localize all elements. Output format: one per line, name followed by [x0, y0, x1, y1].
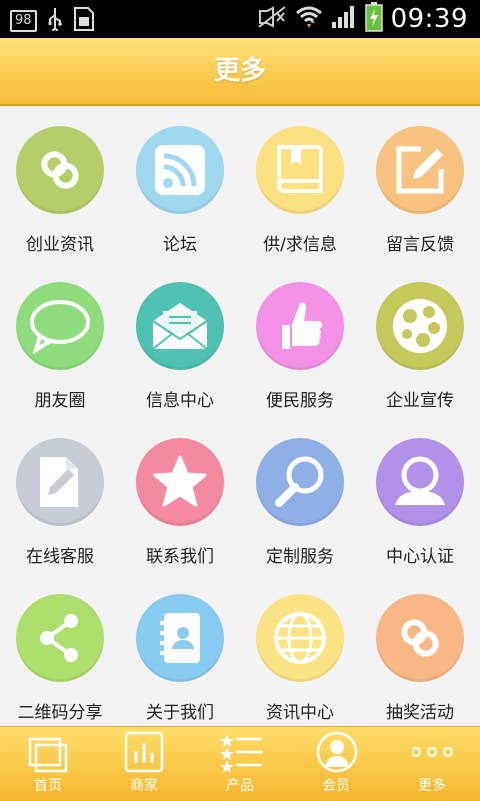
notification-badge: 98	[10, 10, 37, 32]
status-bar: 98 09:39	[0, 0, 480, 38]
grid-item-qrcode-share[interactable]: 二维码分享	[0, 574, 120, 730]
grid-item-center-certification[interactable]: 中心认证	[360, 418, 480, 574]
grid-item-label: 便民服务	[266, 391, 334, 411]
link-icon	[16, 126, 104, 214]
grid-item-label: 关于我们	[146, 703, 214, 723]
grid-item-label: 资讯中心	[266, 703, 334, 723]
grid-item-lottery[interactable]: 抽奖活动	[360, 574, 480, 730]
bottom-nav: 首页 商家 产品 会员 更多	[0, 726, 480, 801]
grid-item-label: 中心认证	[386, 547, 454, 567]
star-list-icon	[220, 731, 262, 773]
grid-item-online-service[interactable]: 在线客服	[0, 418, 120, 574]
grid-item-startup-news[interactable]: 创业资讯	[0, 106, 120, 262]
chat-bubble-icon	[16, 282, 104, 370]
rss-icon	[136, 126, 224, 214]
grid-item-label: 联系我们	[146, 547, 214, 567]
member-icon	[316, 731, 358, 773]
magnifier-icon	[256, 438, 344, 526]
link-icon	[376, 594, 464, 682]
battery-icon	[364, 2, 383, 36]
user-icon	[376, 438, 464, 526]
nav-item-products[interactable]: 产品	[192, 727, 288, 801]
nav-item-more[interactable]: 更多	[384, 727, 480, 801]
book-icon	[256, 126, 344, 214]
wifi-icon	[295, 4, 323, 34]
usb-icon	[47, 7, 63, 35]
clock: 09:39	[390, 4, 468, 34]
grid-item-label: 企业宣传	[386, 391, 454, 411]
grid-item-about-us[interactable]: 关于我们	[120, 574, 240, 730]
status-right: 09:39	[257, 0, 468, 38]
grid-item-supply-demand[interactable]: 供/求信息	[240, 106, 360, 262]
grid-item-label: 二维码分享	[17, 703, 103, 723]
contacts-book-icon	[136, 594, 224, 682]
grid-item-label: 创业资讯	[26, 235, 94, 255]
grid-item-forum[interactable]: 论坛	[120, 106, 240, 262]
nav-label: 产品	[226, 778, 254, 794]
film-reel-icon	[376, 282, 464, 370]
grid-item-label: 朋友圈	[34, 391, 86, 411]
globe-icon	[256, 594, 344, 682]
grid-item-label: 留言反馈	[386, 235, 454, 255]
sim-card-icon	[73, 6, 95, 36]
grid-item-company-promotion[interactable]: 企业宣传	[360, 262, 480, 418]
document-pen-icon	[16, 438, 104, 526]
grid-item-label: 论坛	[163, 235, 197, 255]
title-bar: 更多	[0, 38, 480, 106]
feature-grid: 创业资讯 论坛 供/求信息 留言反馈 朋友圈 信息中心 便民服务 企业宣传 在线…	[0, 106, 480, 726]
nav-item-home[interactable]: 首页	[0, 727, 96, 801]
nav-item-member[interactable]: 会员	[288, 727, 384, 801]
nav-label: 商家	[130, 778, 158, 794]
envelope-icon	[136, 282, 224, 370]
edit-icon	[376, 126, 464, 214]
signal-icon	[331, 4, 357, 34]
bar-chart-icon	[124, 731, 164, 773]
page-title: 更多	[213, 56, 266, 86]
grid-item-label: 定制服务	[266, 547, 334, 567]
share-icon	[16, 594, 104, 682]
grid-item-label: 供/求信息	[263, 235, 337, 255]
grid-item-custom-services[interactable]: 定制服务	[240, 418, 360, 574]
grid-item-convenience-services[interactable]: 便民服务	[240, 262, 360, 418]
grid-item-label: 信息中心	[146, 391, 214, 411]
mute-icon	[257, 5, 287, 33]
status-left: 98	[10, 6, 95, 36]
thumbs-up-icon	[256, 282, 344, 370]
grid-item-moments[interactable]: 朋友圈	[0, 262, 120, 418]
nav-item-merchants[interactable]: 商家	[96, 727, 192, 801]
nav-label: 更多	[418, 778, 446, 794]
dots-icon	[411, 731, 453, 773]
nav-label: 会员	[322, 778, 350, 794]
grid-item-contact-us[interactable]: 联系我们	[120, 418, 240, 574]
grid-item-message-center[interactable]: 信息中心	[120, 262, 240, 418]
pages-icon	[28, 731, 68, 773]
grid-item-feedback[interactable]: 留言反馈	[360, 106, 480, 262]
grid-item-news-center[interactable]: 资讯中心	[240, 574, 360, 730]
star-icon	[136, 438, 224, 526]
grid-item-label: 抽奖活动	[386, 703, 454, 723]
nav-label: 首页	[34, 778, 62, 794]
grid-item-label: 在线客服	[26, 547, 94, 567]
